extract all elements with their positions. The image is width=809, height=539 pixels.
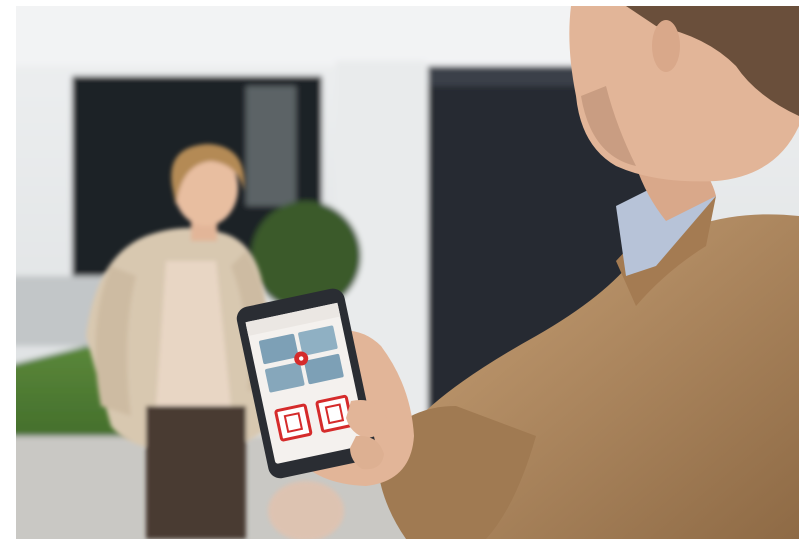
scene-illustration: [16, 6, 799, 539]
door-button-icon: [274, 403, 313, 442]
photo-scene: [16, 6, 799, 539]
door-button-icon: [315, 394, 354, 433]
